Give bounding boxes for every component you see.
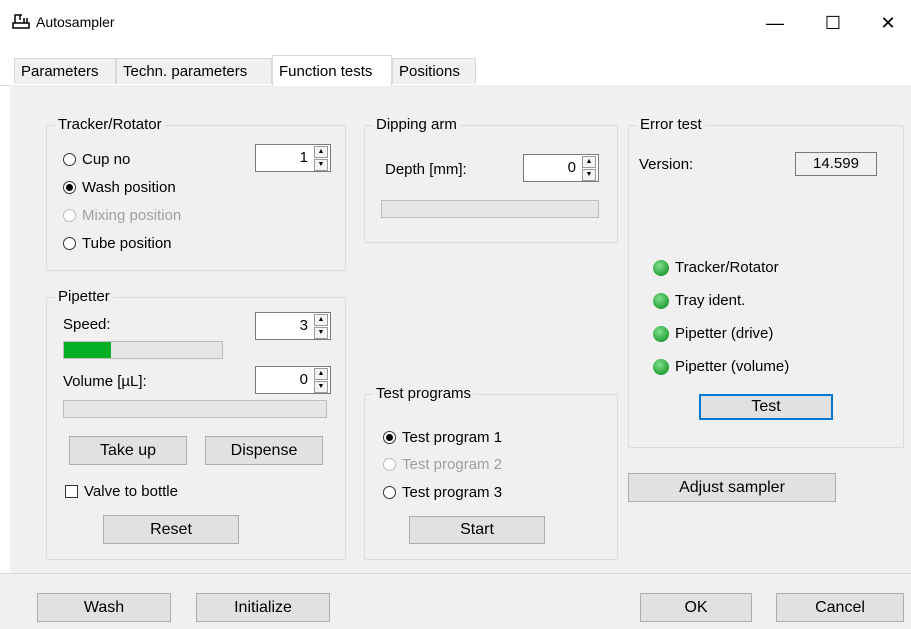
- adjust-sampler-button[interactable]: Adjust sampler: [628, 473, 836, 502]
- depth-label: Depth [mm]:: [385, 161, 467, 178]
- spin-up-icon[interactable]: ▲: [314, 314, 328, 326]
- status-led-icon: [653, 358, 669, 375]
- error-test-group: Error test Version: 14.599 Tracker/Rotat…: [628, 116, 904, 448]
- reset-button[interactable]: Reset: [103, 515, 239, 544]
- status-led-icon: [653, 325, 669, 342]
- cup-no-stepper[interactable]: 1 ▲ ▼: [255, 144, 331, 172]
- wash-position-radio[interactable]: Wash position: [63, 179, 176, 196]
- test-programs-legend: Test programs: [373, 385, 475, 402]
- depth-stepper[interactable]: 0 ▲ ▼: [523, 154, 599, 182]
- tracker-rotator-group: Tracker/Rotator Cup no 1 ▲ ▼ Wash positio…: [46, 116, 346, 271]
- spin-up-icon[interactable]: ▲: [582, 156, 596, 168]
- close-button[interactable]: ✕: [865, 0, 911, 46]
- radio-circle-selected: [383, 431, 396, 444]
- test-button[interactable]: Test: [699, 394, 833, 420]
- test-program-3-label: Test program 3: [402, 484, 503, 501]
- led-tracker-rotator: Tracker/Rotator: [653, 259, 779, 276]
- bottom-button-bar: Wash Initialize OK Cancel: [0, 573, 911, 629]
- dipping-arm-legend: Dipping arm: [373, 116, 460, 133]
- autosampler-app-icon: [12, 14, 30, 29]
- status-led-icon: [653, 292, 669, 309]
- dipping-arm-group: Dipping arm Depth [mm]: 0 ▲ ▼: [364, 116, 618, 243]
- tab-function-tests[interactable]: Function tests: [272, 55, 392, 86]
- wash-position-label: Wash position: [82, 179, 176, 196]
- tab-techn-parameters[interactable]: Techn. parameters: [116, 58, 272, 84]
- cup-no-label: Cup no: [82, 151, 131, 168]
- volume-label: Volume [µL]:: [63, 373, 147, 390]
- tab-parameters[interactable]: Parameters: [14, 58, 116, 84]
- led-pipetter-drive: Pipetter (drive): [653, 325, 773, 342]
- mixing-position-label: Mixing position: [82, 207, 182, 224]
- speed-progress-fill: [64, 342, 112, 358]
- led-label: Tracker/Rotator: [675, 259, 779, 276]
- valve-to-bottle-label: Valve to bottle: [84, 483, 178, 500]
- test-program-2-label: Test program 2: [402, 456, 503, 473]
- tube-position-label: Tube position: [82, 235, 172, 252]
- volume-progress-bar: [63, 400, 327, 418]
- speed-stepper[interactable]: 3 ▲ ▼: [255, 312, 331, 340]
- mixing-position-radio: Mixing position: [63, 207, 181, 224]
- pipetter-legend: Pipetter: [55, 288, 113, 305]
- test-program-1-label: Test program 1: [402, 429, 503, 446]
- radio-circle: [63, 237, 76, 250]
- led-pipetter-volume: Pipetter (volume): [653, 358, 789, 375]
- cancel-button[interactable]: Cancel: [776, 593, 904, 622]
- take-up-button[interactable]: Take up: [69, 436, 187, 465]
- tracker-rotator-legend: Tracker/Rotator: [55, 116, 165, 133]
- dispense-button[interactable]: Dispense: [205, 436, 323, 465]
- spin-down-icon[interactable]: ▼: [582, 169, 596, 181]
- version-label: Version:: [639, 156, 694, 173]
- cup-no-value: 1: [299, 149, 308, 166]
- spin-up-icon[interactable]: ▲: [314, 146, 328, 158]
- spin-down-icon[interactable]: ▼: [314, 381, 328, 393]
- volume-value: 0: [299, 371, 308, 388]
- speed-label: Speed:: [63, 316, 111, 333]
- test-program-2-radio: Test program 2: [383, 456, 502, 473]
- cup-no-radio[interactable]: Cup no: [63, 151, 130, 168]
- speed-value: 3: [299, 317, 308, 334]
- checkbox-box: [65, 485, 78, 498]
- error-test-legend: Error test: [637, 116, 705, 133]
- test-program-3-radio[interactable]: Test program 3: [383, 484, 502, 501]
- radio-circle-selected: [63, 181, 76, 194]
- radio-circle: [383, 486, 396, 499]
- pipetter-group: Pipetter Speed: 3 ▲ ▼ Volume [µL]: 0 ▲ ▼ T…: [46, 288, 346, 560]
- test-program-1-radio[interactable]: Test program 1: [383, 429, 502, 446]
- version-value: 14.599: [795, 152, 877, 176]
- spin-down-icon[interactable]: ▼: [314, 159, 328, 171]
- initialize-button[interactable]: Initialize: [196, 593, 330, 622]
- spin-down-icon[interactable]: ▼: [314, 327, 328, 339]
- function-tests-panel: Tracker/Rotator Cup no 1 ▲ ▼ Wash positio…: [10, 85, 911, 573]
- tab-positions[interactable]: Positions: [392, 58, 476, 84]
- tube-position-radio[interactable]: Tube position: [63, 235, 172, 252]
- speed-progress-bar: [63, 341, 223, 359]
- spin-up-icon[interactable]: ▲: [314, 368, 328, 380]
- valve-to-bottle-checkbox[interactable]: Valve to bottle: [65, 483, 178, 500]
- volume-stepper[interactable]: 0 ▲ ▼: [255, 366, 331, 394]
- radio-circle: [63, 153, 76, 166]
- led-label: Tray ident.: [675, 292, 746, 309]
- led-label: Pipetter (drive): [675, 325, 774, 342]
- maximize-button[interactable]: ☐: [810, 0, 856, 46]
- led-tray-ident: Tray ident.: [653, 292, 745, 309]
- start-button[interactable]: Start: [409, 516, 545, 544]
- status-led-icon: [653, 259, 669, 276]
- window-title: Autosampler: [36, 14, 115, 30]
- depth-progress-bar: [381, 200, 599, 218]
- led-label: Pipetter (volume): [675, 358, 790, 375]
- test-programs-group: Test programs Test program 1 Test progra…: [364, 385, 618, 560]
- minimize-button[interactable]: —: [752, 0, 798, 46]
- depth-value: 0: [567, 159, 576, 176]
- radio-circle: [383, 458, 396, 471]
- radio-circle: [63, 209, 76, 222]
- wash-button[interactable]: Wash: [37, 593, 171, 622]
- ok-button[interactable]: OK: [640, 593, 752, 622]
